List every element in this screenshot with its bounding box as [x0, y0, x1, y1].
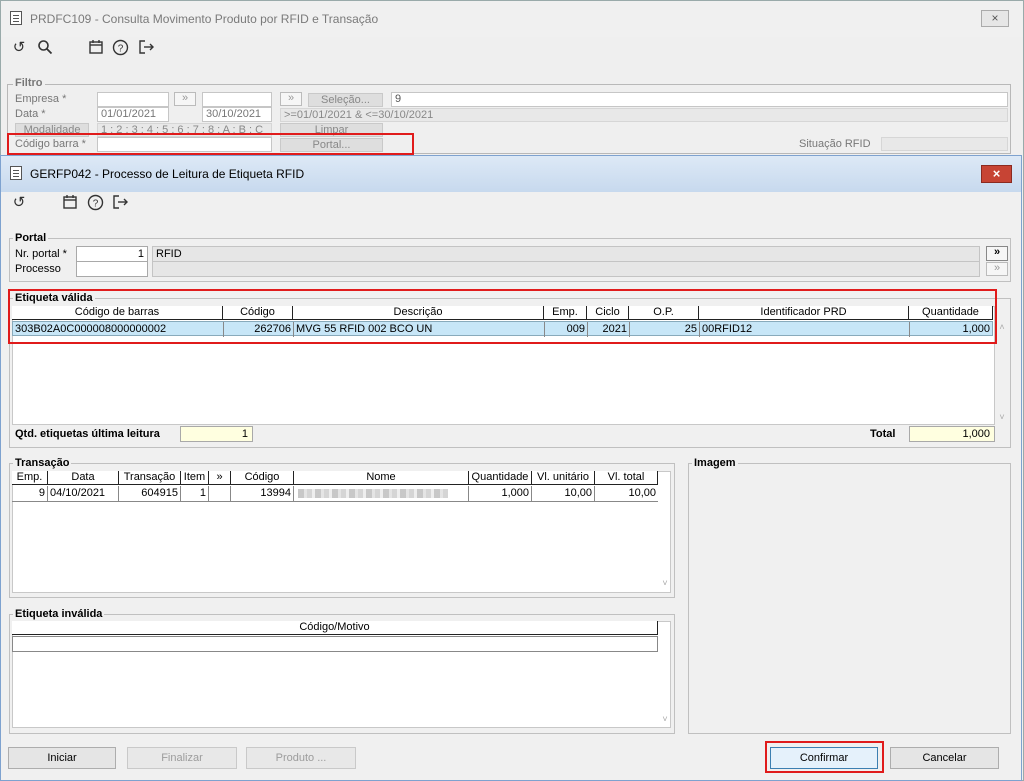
svg-text:?: ?	[117, 44, 123, 55]
situacao-rfid-field	[881, 137, 1008, 151]
cell-transacao: 604915	[119, 486, 181, 501]
column-header[interactable]: Código/Motivo	[12, 621, 658, 635]
redacted-name	[298, 489, 448, 498]
exit-icon[interactable]	[111, 194, 129, 212]
qtd-etiquetas-label: Qtd. etiquetas última leitura	[15, 428, 160, 440]
close-icon[interactable]: ×	[981, 10, 1009, 27]
imagem-group: Imagem	[688, 457, 1011, 734]
processo-lookup-button[interactable]: »	[986, 262, 1008, 276]
cell-codigo: 13994	[231, 486, 294, 501]
filter-group-label: Filtro	[13, 77, 45, 89]
scroll-up-icon[interactable]: ˄	[996, 322, 1008, 332]
column-header[interactable]: Emp.	[12, 471, 48, 485]
rfid-dialog: GERFP042 - Processo de Leitura de Etique…	[0, 155, 1022, 781]
data-fim-field[interactable]: 30/10/2021	[202, 107, 272, 122]
empresa-label: Empresa *	[15, 93, 67, 105]
cell-vl-total: 10,00	[628, 487, 656, 499]
data-inicio-field[interactable]: 01/01/2021	[97, 107, 169, 122]
data-expression: >=01/01/2021 & <=30/10/2021	[280, 108, 1008, 122]
processo-description	[152, 261, 980, 277]
table-row[interactable]	[12, 636, 658, 652]
column-header[interactable]: Nome	[294, 471, 469, 485]
document-icon	[10, 11, 22, 25]
background-window-title: PRDFC109 - Consulta Movimento Produto po…	[30, 12, 379, 26]
column-header[interactable]: Item	[181, 471, 209, 485]
cell-nome	[294, 486, 469, 501]
column-header[interactable]: Data	[48, 471, 119, 485]
cell-data: 04/10/2021	[48, 486, 119, 501]
total-field: 1,000	[909, 426, 995, 442]
column-header[interactable]: Vl. total	[595, 471, 658, 485]
column-header[interactable]: Quantidade	[469, 471, 532, 485]
etiqueta-invalida-label: Etiqueta inválida	[13, 608, 105, 620]
highlight-confirmar	[765, 741, 884, 773]
nr-portal-label: Nr. portal *	[15, 248, 67, 260]
undo-icon[interactable]: ↺	[10, 194, 28, 212]
empresa-field[interactable]	[97, 92, 169, 107]
scroll-down-icon[interactable]: ˅	[996, 412, 1008, 422]
scroll-down-icon[interactable]: ˅	[659, 578, 671, 588]
dialog-close-icon[interactable]: ×	[981, 165, 1012, 183]
cell-expand	[209, 486, 231, 501]
background-title-bar: PRDFC109 - Consulta Movimento Produto po…	[1, 1, 1023, 37]
help-icon[interactable]: ?	[86, 194, 104, 212]
transacao-group-label: Transação	[13, 457, 72, 469]
produto-button[interactable]: Produto ...	[246, 747, 356, 769]
finalizar-button[interactable]: Finalizar	[127, 747, 237, 769]
dialog-title: GERFP042 - Processo de Leitura de Etique…	[30, 167, 305, 181]
qtd-etiquetas-field: 1	[180, 426, 253, 442]
nr-portal-input[interactable]: 1	[76, 246, 148, 262]
cell-vl-unitario: 10,00	[532, 486, 595, 501]
imagem-group-label: Imagem	[692, 457, 738, 469]
undo-icon[interactable]: ↺	[10, 39, 28, 57]
column-header[interactable]: Código	[231, 471, 294, 485]
empresa-field-2[interactable]	[202, 92, 272, 107]
iniciar-button[interactable]: Iniciar	[8, 747, 116, 769]
cell-item: 1	[181, 486, 209, 501]
portal-group-label: Portal	[13, 232, 49, 244]
cancelar-button[interactable]: Cancelar	[890, 747, 999, 769]
total-label: Total	[870, 428, 896, 440]
situacao-rfid-label: Situação RFID	[799, 138, 871, 150]
selecao-value: 9	[391, 92, 1008, 107]
scroll-down-icon[interactable]: ˅	[659, 714, 671, 724]
table-row[interactable]: 9 04/10/2021 604915 1 13994 1,000 10,00 …	[12, 486, 658, 502]
data-label: Data *	[15, 108, 46, 120]
help-icon[interactable]: ?	[111, 39, 129, 57]
selecao-button[interactable]: Seleção...	[308, 93, 383, 107]
column-header[interactable]: »	[209, 471, 231, 485]
search-icon[interactable]	[36, 39, 54, 57]
cell-quantidade: 1,000	[469, 486, 532, 501]
empresa-arrows-button[interactable]: »	[174, 92, 196, 106]
calendar-icon[interactable]	[87, 39, 105, 57]
svg-text:?: ?	[92, 199, 98, 210]
selecao-arrows-button[interactable]: »	[280, 92, 302, 106]
highlight-etiqueta-valida	[8, 289, 997, 344]
document-icon	[10, 166, 22, 180]
portal-lookup-button[interactable]: »	[986, 246, 1008, 261]
cell-emp: 9	[12, 486, 48, 501]
nr-portal-description: RFID	[152, 246, 980, 262]
processo-label: Processo	[15, 263, 61, 275]
highlight-codigo-barra	[7, 133, 414, 155]
column-header[interactable]: Vl. unitário	[532, 471, 595, 485]
exit-icon[interactable]	[137, 39, 155, 57]
dialog-title-bar: GERFP042 - Processo de Leitura de Etique…	[1, 156, 1021, 192]
column-header[interactable]: Transação	[119, 471, 181, 485]
processo-input[interactable]	[76, 261, 148, 277]
calendar-icon[interactable]	[61, 194, 79, 212]
